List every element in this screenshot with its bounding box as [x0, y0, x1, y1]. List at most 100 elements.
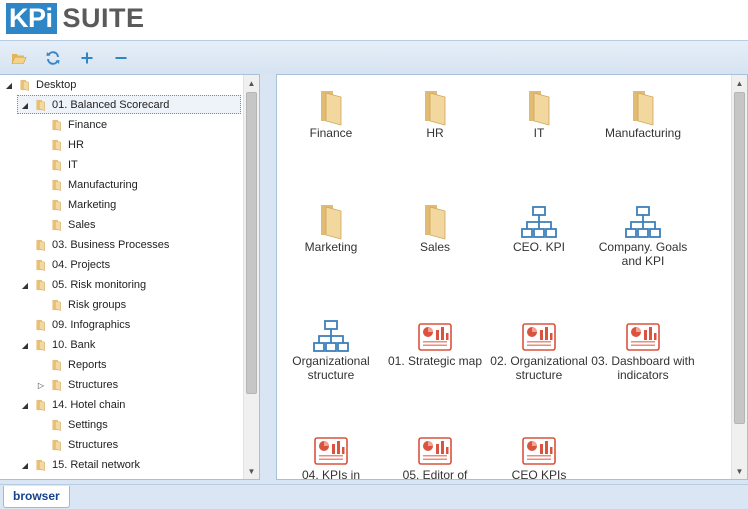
browser-tile[interactable]: 05. Editor of [383, 419, 487, 479]
browser-tile[interactable]: Company. Goals and KPI [591, 191, 695, 301]
tree-item[interactable]: ▷ Structures [0, 375, 243, 395]
tree-item[interactable]: ◢ 01. Balanced Scorecard [0, 95, 243, 115]
tile-caption: CEO KPIs [511, 468, 567, 480]
tree-item-label: Desktop [36, 79, 77, 91]
tree-item-label: Sales [68, 219, 96, 231]
browser-tile[interactable]: Organizational structure [279, 305, 383, 415]
minus-icon [115, 57, 127, 59]
browser-tile[interactable]: Manufacturing [591, 77, 695, 187]
tile-caption: 01. Strategic map [387, 354, 483, 368]
folder-icon [20, 79, 29, 91]
tree-item[interactable]: Finance [0, 115, 243, 135]
folder-icon [52, 419, 61, 431]
tile-caption: IT [533, 126, 545, 140]
tree-item[interactable]: 09. Infographics [0, 315, 243, 335]
browser-tile[interactable]: IT [487, 77, 591, 187]
folder-icon [425, 205, 446, 240]
folder-tree: ◢ Desktop ◢ 01. Balanced Scorecard Finance HR… [0, 75, 243, 479]
expanded-arrow-icon[interactable]: ◢ [4, 80, 14, 90]
tree-panel: ◢ Desktop ◢ 01. Balanced Scorecard Finance HR… [0, 74, 260, 480]
org-structure-icon [313, 320, 349, 352]
tree-item[interactable]: Reports [0, 355, 243, 375]
folder-icon [52, 119, 61, 131]
refresh-button[interactable] [43, 48, 63, 68]
tree-scrollbar[interactable]: ▲ ▼ [243, 75, 259, 479]
browser-tile[interactable]: 01. Strategic map [383, 305, 487, 415]
folder-icon [36, 399, 45, 411]
tree-item[interactable]: IT [0, 155, 243, 175]
tree-item[interactable]: 04. Projects [0, 255, 243, 275]
expanded-arrow-icon[interactable]: ◢ [20, 400, 30, 410]
folder-icon [36, 279, 45, 291]
folder-icon [36, 259, 45, 271]
browser-tile[interactable]: HR [383, 77, 487, 187]
tree-item[interactable]: Settings [0, 415, 243, 435]
collapsed-arrow-icon[interactable]: ▷ [36, 380, 46, 390]
tile-caption: CEO. KPI [512, 240, 565, 254]
folder-icon [36, 459, 45, 471]
tree-item[interactable]: HR [0, 135, 243, 155]
tree-item[interactable]: Structures [0, 435, 243, 455]
browser-tile[interactable]: Finance [279, 77, 383, 187]
org-structure-icon [625, 206, 661, 238]
browser-scrollbar-thumb[interactable] [734, 92, 745, 424]
folder-icon [52, 179, 61, 191]
tree-item[interactable]: ◢ 15. Retail network [0, 455, 243, 475]
folder-icon [36, 99, 45, 111]
open-folder-button[interactable] [9, 48, 29, 68]
browser-scrollbar[interactable]: ▲ ▼ [731, 75, 747, 479]
tile-caption: 04. KPIs in [301, 468, 361, 480]
folder-icon [52, 199, 61, 211]
tile-caption: HR [426, 126, 444, 140]
app-header: KPi SUITE [0, 0, 748, 40]
browser-tile[interactable]: CEO KPIs [487, 419, 591, 480]
expanded-arrow-icon[interactable]: ◢ [20, 460, 30, 470]
browser-tile[interactable]: CEO. KPI [487, 191, 591, 301]
tree-item[interactable]: Risk groups [0, 295, 243, 315]
tree-item[interactable]: ◢ 14. Hotel chain [0, 395, 243, 415]
tree-item-label: 15. Retail network [52, 459, 141, 471]
tree-item[interactable]: ◢ 05. Risk monitoring [0, 275, 243, 295]
tree-item-label: 01. Balanced Scorecard [52, 99, 170, 111]
tree-item[interactable]: Manufacturing [0, 175, 243, 195]
tree-item[interactable]: ◢ Desktop [0, 75, 243, 95]
remove-button[interactable] [111, 48, 131, 68]
plus-icon [81, 52, 93, 64]
tree-item[interactable]: 03. Business Processes [0, 235, 243, 255]
browser-tile[interactable]: 04. KPIs in [279, 419, 383, 480]
tree-item[interactable]: Sales [0, 215, 243, 235]
folder-icon [36, 339, 45, 351]
workspace: ◢ Desktop ◢ 01. Balanced Scorecard Finance HR… [0, 74, 748, 484]
tree-item-label: Reports [68, 359, 107, 371]
scroll-down-icon[interactable]: ▼ [732, 463, 747, 479]
browser-tile[interactable]: Marketing [279, 191, 383, 301]
refresh-icon [46, 51, 60, 65]
folder-icon [529, 91, 550, 126]
tile-caption: Organizational structure [292, 354, 370, 382]
tree-scrollbar-thumb[interactable] [246, 92, 257, 394]
browser-tile[interactable]: 02. Organizational structure [487, 305, 591, 415]
tree-item[interactable]: ◢ 10. Bank [0, 335, 243, 355]
browser-tile[interactable]: Sales [383, 191, 487, 301]
tree-item-label: 14. Hotel chain [52, 399, 126, 411]
tree-item-label: 09. Infographics [52, 319, 131, 331]
folder-icon [52, 219, 61, 231]
tile-caption: Marketing [304, 240, 358, 254]
add-button[interactable] [77, 48, 97, 68]
tree-item-label: IT [68, 159, 78, 171]
folder-icon [52, 299, 61, 311]
tab-browser[interactable]: browser [3, 486, 70, 508]
expanded-arrow-icon[interactable]: ◢ [20, 100, 30, 110]
browser-tile[interactable]: 03. Dashboard with indicators [591, 305, 695, 415]
dashboard-icon [314, 437, 348, 465]
folder-icon [52, 159, 61, 171]
expanded-arrow-icon[interactable]: ◢ [20, 340, 30, 350]
expanded-arrow-icon[interactable]: ◢ [20, 280, 30, 290]
dashboard-icon [418, 437, 452, 465]
logo-brand-box: KPi [6, 3, 57, 34]
scroll-up-icon[interactable]: ▲ [732, 75, 747, 91]
tree-item[interactable]: Marketing [0, 195, 243, 215]
folder-icon [52, 379, 61, 391]
scroll-up-icon[interactable]: ▲ [244, 75, 259, 91]
scroll-down-icon[interactable]: ▼ [244, 463, 259, 479]
